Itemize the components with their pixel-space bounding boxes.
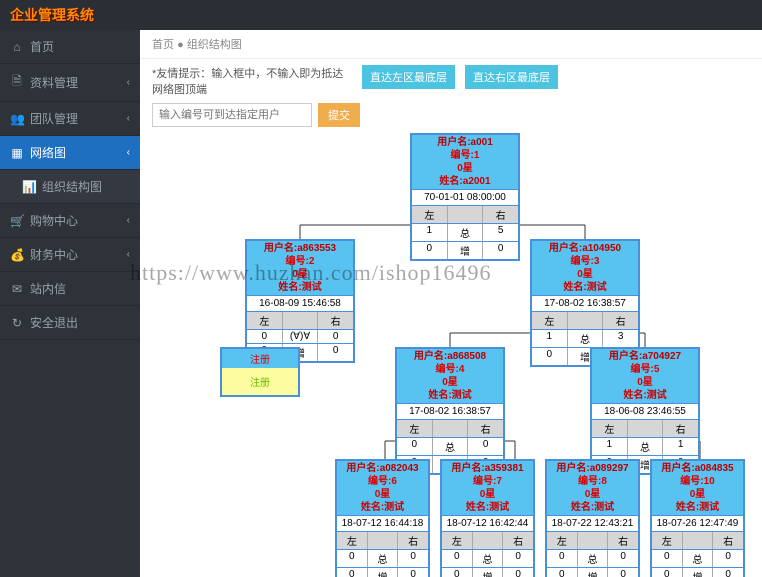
node-level: 0星 bbox=[412, 162, 518, 175]
node-no: 编号:1 bbox=[412, 149, 518, 162]
node-date: 70-01-01 08:00:00 bbox=[412, 189, 518, 205]
mail-icon: ✉ bbox=[10, 282, 24, 296]
sidebar-item-label: 团队管理 bbox=[30, 110, 78, 127]
tree-node[interactable]: 用户名:a089297编号:80星姓名:测试 18-07-22 12:43:21… bbox=[545, 459, 640, 577]
chevron-left-icon: ‹ bbox=[127, 147, 130, 158]
node-header: 用户名:a863553 编号:2 0星 姓名:测试 bbox=[247, 241, 353, 295]
search-input[interactable] bbox=[152, 103, 312, 127]
node-lr-head: 左右 bbox=[532, 311, 638, 329]
node-zg: 0增0 bbox=[412, 241, 518, 259]
sidebar-item-label: 购物中心 bbox=[30, 212, 78, 229]
node-header: 用户名:a082043编号:60星姓名:测试 bbox=[337, 461, 428, 515]
crumb-page: 组织结构图 bbox=[187, 39, 242, 51]
node-lr: 1总5 bbox=[412, 223, 518, 241]
sidebar-item-label: 资料管理 bbox=[30, 74, 78, 91]
sidebar-item-logout[interactable]: ↻ 安全退出 bbox=[0, 306, 140, 340]
chevron-left-icon: ‹ bbox=[127, 113, 130, 124]
sidebar-item-mail[interactable]: ✉ 站内信 bbox=[0, 272, 140, 306]
sidebar-item-orgchart[interactable]: 📊 组织结构图 bbox=[0, 170, 140, 204]
node-user: 用户名:a104950 bbox=[532, 242, 638, 255]
sidebar-item-shop[interactable]: 🛒 购物中心 ‹ bbox=[0, 204, 140, 238]
sidebar-item-finance[interactable]: 💰 财务中心 ‹ bbox=[0, 238, 140, 272]
breadcrumb: 首页 ● 组织结构图 bbox=[140, 30, 762, 59]
crumb-sep: ● bbox=[177, 39, 184, 51]
register-body: 注册 bbox=[222, 368, 298, 395]
node-lr: 0(∀)∀0 bbox=[247, 329, 353, 343]
sidebar-item-label: 网络图 bbox=[30, 144, 66, 161]
node-header: 用户名:a359381编号:70星姓名:测试 bbox=[442, 461, 533, 515]
node-header: 用户名:a084835编号:100星姓名:测试 bbox=[652, 461, 743, 515]
home-icon: ⌂ bbox=[10, 40, 24, 54]
tree-node[interactable]: 用户名:a863553 编号:2 0星 姓名:测试 16-08-09 15:46… bbox=[245, 239, 355, 363]
node-header: 用户名:a704927编号:50星姓名:测试 bbox=[592, 349, 698, 403]
sidebar-item-team[interactable]: 👥 团队管理 ‹ bbox=[0, 102, 140, 136]
tip-text: *友情提示：输入框中，不输入即为抵达网络图顶端 bbox=[152, 65, 352, 97]
goto-right-bottom-button[interactable]: 直达右区最底层 bbox=[465, 65, 558, 89]
node-user: 用户名:a863553 bbox=[247, 242, 353, 255]
search-row: 提交 bbox=[140, 103, 762, 133]
node-name: 姓名:a2001 bbox=[412, 175, 518, 188]
brand-title: 企业管理系统 bbox=[10, 5, 94, 25]
register-node[interactable]: 注册 注册 bbox=[220, 347, 300, 397]
tree-node[interactable]: 用户名:a359381编号:70星姓名:测试 18-07-12 16:42:44… bbox=[440, 459, 535, 577]
doc-icon: 🗎 bbox=[10, 72, 24, 93]
register-title: 注册 bbox=[222, 349, 298, 368]
topbar: 企业管理系统 bbox=[0, 0, 762, 30]
node-name: 姓名:测试 bbox=[532, 281, 638, 294]
tip-bar: *友情提示：输入框中，不输入即为抵达网络图顶端 直达左区最底层 直达右区最底层 bbox=[140, 59, 762, 103]
chevron-left-icon: ‹ bbox=[127, 215, 130, 226]
submit-button[interactable]: 提交 bbox=[318, 103, 360, 127]
sidebar-item-home[interactable]: ⌂ 首页 bbox=[0, 30, 140, 64]
layout: ⌂ 首页 🗎 资料管理 ‹ 👥 团队管理 ‹ ▦ 网络图 ‹ 📊 组织结构图 🛒 购物中心 ‹ 💰 财… bbox=[0, 30, 762, 577]
chevron-left-icon: ‹ bbox=[127, 249, 130, 260]
sidebar-item-network[interactable]: ▦ 网络图 ‹ bbox=[0, 136, 140, 170]
node-header: 用户名:a001 编号:1 0星 姓名:a2001 bbox=[412, 135, 518, 189]
chevron-left-icon: ‹ bbox=[127, 77, 130, 88]
chart-icon: 📊 bbox=[22, 180, 36, 194]
team-icon: 👥 bbox=[10, 112, 24, 126]
tree-node-root[interactable]: 用户名:a001 编号:1 0星 姓名:a2001 70-01-01 08:00… bbox=[410, 133, 520, 261]
node-level: 0星 bbox=[247, 268, 353, 281]
node-lr: 1总3 bbox=[532, 329, 638, 347]
tree-node[interactable]: 用户名:a084835编号:100星姓名:测试 18-07-26 12:47:4… bbox=[650, 459, 745, 577]
sidebar-item-label: 安全退出 bbox=[30, 314, 78, 331]
node-no: 编号:2 bbox=[247, 255, 353, 268]
main-panel: 首页 ● 组织结构图 *友情提示：输入框中，不输入即为抵达网络图顶端 直达左区最… bbox=[140, 30, 762, 577]
cart-icon: 🛒 bbox=[10, 214, 24, 228]
node-header: 用户名:a104950 编号:3 0星 姓名:测试 bbox=[532, 241, 638, 295]
sidebar-item-profile[interactable]: 🗎 资料管理 ‹ bbox=[0, 64, 140, 102]
logout-icon: ↻ bbox=[10, 316, 24, 330]
node-name: 姓名:测试 bbox=[247, 281, 353, 294]
sidebar-item-label: 首页 bbox=[30, 38, 54, 55]
tree-node[interactable]: 用户名:a868508编号:40星姓名:测试 17-08-02 16:38:57… bbox=[395, 347, 505, 475]
org-tree: 用户名:a001 编号:1 0星 姓名:a2001 70-01-01 08:00… bbox=[140, 133, 762, 577]
node-lr-head: 左右 bbox=[412, 205, 518, 223]
tree-node[interactable]: 用户名:a082043编号:60星姓名:测试 18-07-12 16:44:18… bbox=[335, 459, 430, 577]
node-date: 17-08-02 16:38:57 bbox=[532, 295, 638, 311]
node-user: 用户名:a001 bbox=[412, 136, 518, 149]
sidebar-item-label: 站内信 bbox=[30, 280, 66, 297]
tree-node[interactable]: 用户名:a704927编号:50星姓名:测试 18-06-08 23:46:55… bbox=[590, 347, 700, 475]
grid-icon: ▦ bbox=[10, 146, 24, 160]
node-level: 0星 bbox=[532, 268, 638, 281]
sidebar-item-label: 组织结构图 bbox=[42, 178, 102, 195]
crumb-home[interactable]: 首页 bbox=[152, 39, 174, 51]
node-lr-head: 左右 bbox=[247, 311, 353, 329]
node-date: 16-08-09 15:46:58 bbox=[247, 295, 353, 311]
node-header: 用户名:a868508编号:40星姓名:测试 bbox=[397, 349, 503, 403]
money-icon: 💰 bbox=[10, 248, 24, 262]
node-no: 编号:3 bbox=[532, 255, 638, 268]
sidebar-item-label: 财务中心 bbox=[30, 246, 78, 263]
goto-left-bottom-button[interactable]: 直达左区最底层 bbox=[362, 65, 455, 89]
node-header: 用户名:a089297编号:80星姓名:测试 bbox=[547, 461, 638, 515]
sidebar: ⌂ 首页 🗎 资料管理 ‹ 👥 团队管理 ‹ ▦ 网络图 ‹ 📊 组织结构图 🛒 购物中心 ‹ 💰 财… bbox=[0, 30, 140, 577]
